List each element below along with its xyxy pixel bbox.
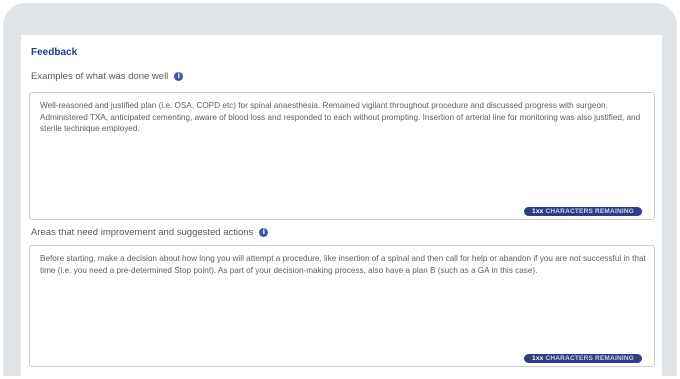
improvement-textarea[interactable]: Before starting, make a decision about h… (29, 245, 655, 367)
well-done-label: Examples of what was done well i (31, 71, 184, 82)
info-icon[interactable]: i (259, 228, 269, 237)
character-counter-label: CHARACTERS REMAINING (545, 208, 634, 215)
well-done-textarea[interactable]: Well-reasoned and justified plan (i.e. O… (29, 92, 655, 220)
improvement-text: Before starting, make a decision about h… (40, 254, 646, 275)
feedback-panel: Feedback Examples of what was done well … (21, 35, 662, 379)
well-done-text: Well-reasoned and justified plan (i.e. O… (40, 101, 641, 134)
section-title: Feedback (31, 47, 78, 58)
character-counter: 1xx CHARACTERS REMAINING (524, 207, 642, 216)
improvement-label-text: Areas that need improvement and suggeste… (31, 227, 254, 238)
info-icon[interactable]: i (174, 72, 184, 81)
character-counter-number: 1xx (532, 208, 544, 215)
character-counter-label: CHARACTERS REMAINING (545, 355, 634, 362)
improvement-label: Areas that need improvement and suggeste… (31, 227, 269, 238)
well-done-label-text: Examples of what was done well (31, 71, 169, 82)
character-counter-number: 1xx (532, 355, 544, 362)
character-counter: 1xx CHARACTERS REMAINING (524, 354, 642, 363)
feedback-card: Feedback Examples of what was done well … (3, 3, 677, 379)
